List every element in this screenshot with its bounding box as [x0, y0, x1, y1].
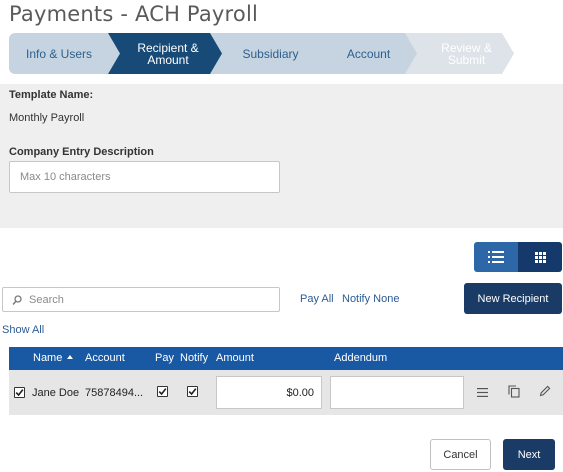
search-input[interactable] — [29, 288, 269, 311]
amount-input[interactable] — [216, 376, 322, 409]
table-row: Jane Doe 75878494... — [9, 370, 563, 415]
recipient-account: 75878494... — [85, 387, 144, 399]
search-icon — [12, 295, 22, 306]
template-name-value: Monthly Payroll — [9, 112, 85, 124]
sort-ascending-icon — [67, 355, 74, 359]
edit-icon[interactable] — [539, 385, 551, 397]
column-header-name[interactable]: Name — [33, 352, 74, 364]
table-header: Name Account Pay Notify Amount Addendum — [9, 347, 563, 370]
checkmark-icon — [158, 388, 167, 396]
step-label: Subsidiary — [242, 46, 299, 61]
cancel-button[interactable]: Cancel — [430, 439, 491, 470]
grid-view-button[interactable] — [518, 242, 562, 272]
column-header-pay[interactable]: Pay — [155, 352, 174, 364]
step-review-submit: Review & Submit — [405, 33, 514, 74]
next-button[interactable]: Next — [503, 439, 555, 470]
grid-view-icon — [534, 251, 546, 263]
list-view-button[interactable] — [474, 242, 518, 272]
checkmark-icon — [188, 388, 197, 396]
step-label: Recipient & — [137, 40, 199, 55]
row-select-checkbox[interactable] — [14, 387, 25, 398]
search-box — [2, 287, 280, 312]
step-info-users[interactable]: Info & Users — [9, 33, 121, 74]
step-subsidiary[interactable]: Subsidiary — [209, 33, 320, 74]
column-header-label: Name — [33, 352, 63, 364]
pay-all-link[interactable]: Pay All — [300, 293, 334, 305]
step-label: Submit — [447, 52, 486, 67]
entry-description-label: Company Entry Description — [9, 146, 154, 158]
column-header-amount[interactable]: Amount — [216, 352, 254, 364]
recipient-name: Jane Doe — [32, 387, 80, 399]
pay-checkbox[interactable] — [157, 386, 168, 397]
step-label: Account — [346, 46, 391, 61]
notify-checkbox[interactable] — [187, 386, 198, 397]
list-view-icon — [488, 251, 504, 263]
addendum-input[interactable] — [330, 376, 464, 409]
menu-icon[interactable] — [477, 388, 488, 397]
entry-description-input[interactable] — [9, 161, 280, 193]
new-recipient-button[interactable]: New Recipient — [464, 283, 562, 314]
column-header-account[interactable]: Account — [85, 352, 125, 364]
page-title: Payments - ACH Payroll — [9, 2, 259, 26]
checkmark-icon — [15, 389, 24, 397]
step-label: Info & Users — [25, 46, 93, 61]
column-header-notify[interactable]: Notify — [180, 352, 208, 364]
view-toggle — [474, 242, 562, 272]
step-label: Review & — [441, 40, 492, 55]
step-account[interactable]: Account — [307, 33, 418, 74]
progress-stepper: Info & Users Subsidiary Account Review &… — [9, 33, 514, 74]
column-header-addendum[interactable]: Addendum — [334, 352, 387, 364]
step-label: Amount — [147, 52, 189, 67]
notify-none-link[interactable]: Notify None — [342, 293, 399, 305]
step-recipient-amount[interactable]: Recipient & Amount — [108, 33, 222, 74]
template-name-label: Template Name: — [9, 89, 94, 101]
show-all-link[interactable]: Show All — [2, 324, 44, 336]
copy-icon[interactable] — [508, 385, 520, 398]
